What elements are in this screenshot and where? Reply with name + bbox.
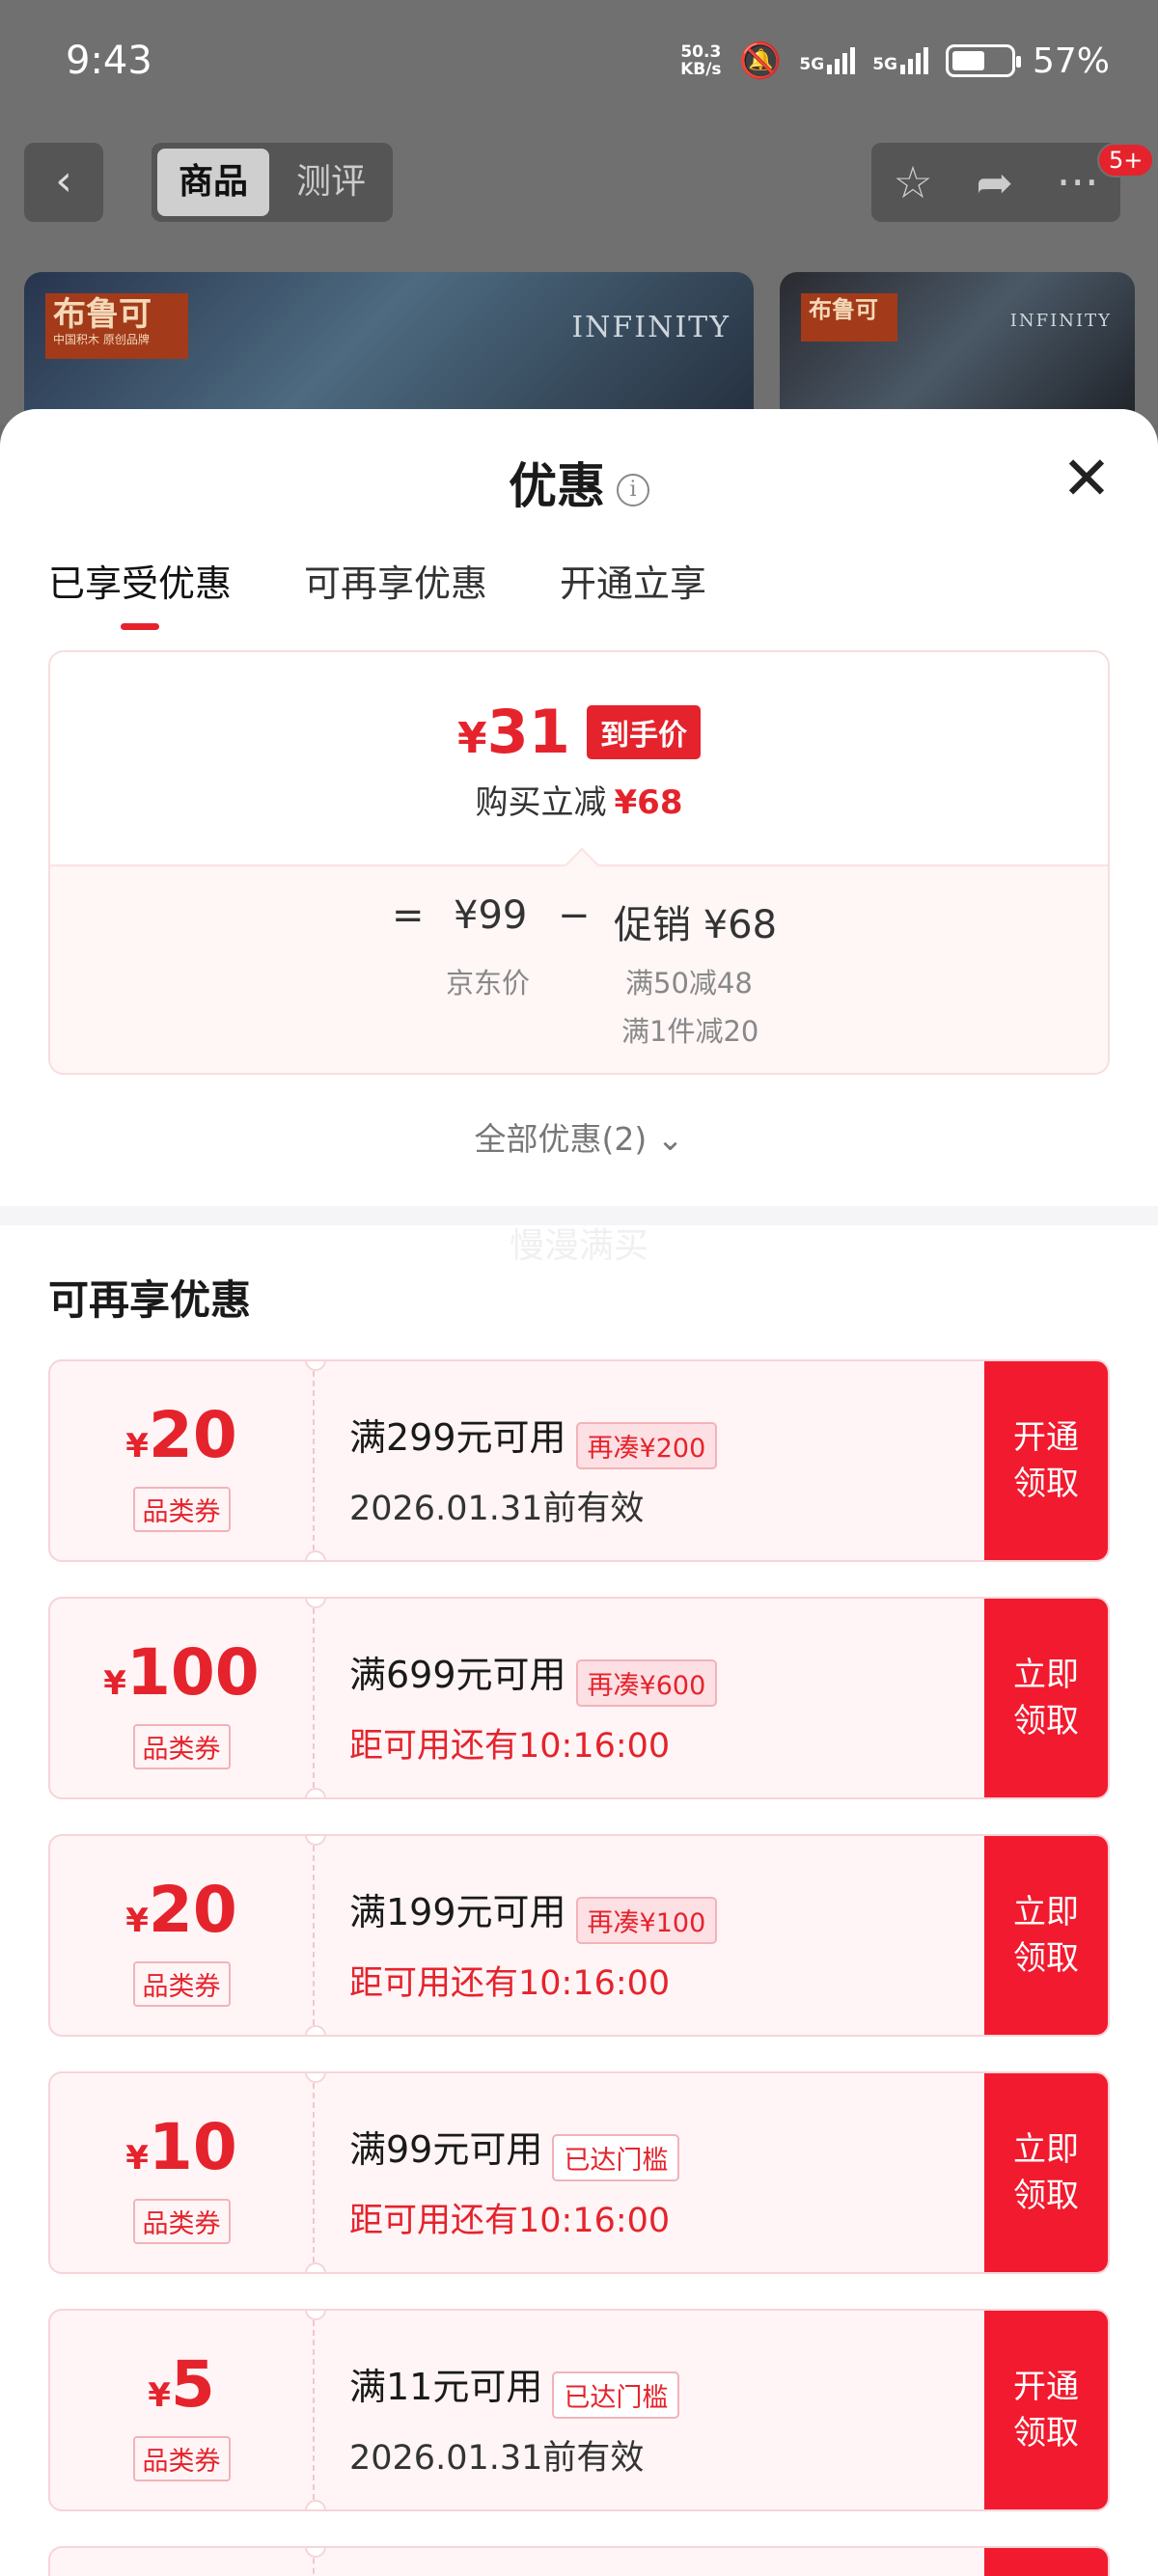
threshold-reached-tag: 已达门槛 [552, 2134, 680, 2181]
coupon-condition: 满299元可用 [349, 1416, 566, 1459]
coupon-kind-badge: 品类券 [132, 1961, 231, 2007]
coupon-kind-badge: 品类券 [132, 2436, 231, 2481]
coupon-kind-badge: 品类券 [132, 1487, 231, 1532]
base-price: ¥99 [454, 893, 528, 938]
tab-activate[interactable]: 开通立享 [560, 554, 706, 630]
brand-logo: 布鲁可 中国积木 原创品牌 [45, 293, 188, 359]
coupon-item: ¥100 品类券 满699元可用 再凑¥600 距可用还有10:16:00 立即领… [48, 1597, 1110, 1799]
coupon-condition: 满699元可用 [349, 1654, 566, 1696]
coupon-countdown: 距可用还有10:16:00 [349, 1964, 671, 2003]
signal-icon: 5G [799, 47, 856, 74]
coupon-amount: ¥10 [125, 2110, 237, 2184]
discount-sheet: 优惠 i ✕ 已享受优惠 可再享优惠 开通立享 ¥31 到手价 购买立减 ¥68 =… [0, 409, 1158, 2576]
coupon-item: ¥5 品类券 满11元可用 已达门槛 2026.01.31前有效 开通 领取 [48, 2309, 1110, 2511]
coupon-amount: ¥20 [125, 1873, 237, 1947]
signal-icon-2: 5G [872, 47, 928, 74]
promo-detail-2: 满1件减20 [621, 1015, 759, 1048]
info-icon[interactable]: i [617, 473, 649, 507]
activate-claim-button[interactable]: 开通 领取 [984, 2311, 1108, 2509]
threshold-reached-tag: 已达门槛 [552, 2371, 680, 2419]
star-icon[interactable]: ☆ [893, 156, 932, 208]
chevron-left-icon: ‹ [55, 156, 72, 206]
claim-now-button[interactable]: 立即 领取 [984, 1836, 1108, 2035]
battery-percent: 57% [1032, 41, 1110, 81]
section-title: 可再享优惠 [48, 1276, 252, 1324]
coupon-condition: 满11元可用 [349, 2366, 543, 2408]
all-discounts-toggle[interactable]: 全部优惠(2) ⌄ [0, 1113, 1158, 1160]
coupon-item: ¥20 品类券 满199元可用 再凑¥100 距可用还有10:16:00 立即 领取 [48, 1834, 1110, 2037]
coupon-kind-badge: 品类券 [132, 2199, 231, 2244]
close-icon: ✕ [1062, 443, 1112, 513]
equals-sign: = [392, 893, 425, 938]
status-icons: 50.3 KB/s 🔕 5G 5G 57% [680, 41, 1110, 82]
battery-icon [945, 44, 1021, 77]
mute-icon: 🔕 [738, 41, 783, 81]
product-banner-2[interactable]: 布鲁可 INFINITY [780, 272, 1135, 426]
more-icon[interactable]: ··· [1057, 156, 1099, 208]
coupon-condition: 满199元可用 [349, 1891, 566, 1933]
promo-detail-1: 满50减48 [625, 967, 753, 1000]
coupon-amount: ¥20 [125, 1398, 237, 1472]
minus-sign: − [558, 893, 591, 938]
discount-tabs: 已享受优惠 可再享优惠 开通立享 [48, 554, 706, 630]
coupon-item-partial [48, 2546, 1110, 2576]
chevron-down-icon: ⌄ [656, 1120, 684, 1158]
final-price-tag: 到手价 [587, 704, 701, 759]
product-top-bar: ‹ 商品 测评 ☆ ➦ ··· [0, 143, 1158, 224]
product-banner-1[interactable]: 布鲁可 中国积木 原创品牌 INFINITY [24, 272, 754, 426]
saga-logo: INFINITY [1009, 311, 1112, 331]
activate-claim-button[interactable]: 开通 领取 [984, 1361, 1108, 1560]
tab-product[interactable]: 商品 [157, 149, 269, 216]
back-button[interactable]: ‹ [24, 143, 103, 222]
coupon-item: ¥20 品类券 满299元可用 再凑¥200 2026.01.31前有效 开通 领取 [48, 1359, 1110, 1562]
claim-now-button[interactable]: 立即 领取 [984, 2073, 1108, 2272]
message-badge: 5+ [1097, 143, 1155, 178]
coupon-countdown: 距可用还有10:16:00 [349, 2202, 671, 2240]
tab-review[interactable]: 测评 [275, 149, 387, 216]
action-group: ☆ ➦ ··· [871, 143, 1120, 222]
final-price: ¥31 到手价 [50, 697, 1108, 767]
coupon-validity: 2026.01.31前有效 [349, 2439, 645, 2478]
coupon-countdown: 距可用还有10:16:00 [349, 1727, 671, 1766]
product-segment-tabs: 商品 测评 [152, 143, 393, 222]
price-breakdown-card: ¥31 到手价 购买立减 ¥68 = ¥99 − 促销 ¥68 京东价 满50减4… [48, 650, 1110, 1075]
tab-more-available[interactable]: 可再享优惠 [304, 554, 487, 630]
coupon-kind-badge: 品类券 [132, 1724, 231, 1769]
coupon-gap-tag: 再凑¥100 [575, 1897, 718, 1944]
instant-reduction: 购买立减 ¥68 [475, 783, 683, 822]
sheet-title: 优惠 i [0, 448, 1158, 517]
base-price-label: 京东价 [446, 967, 531, 1000]
price-formula: = ¥99 − 促销 ¥68 京东价 满50减48 满1件减20 [50, 864, 1108, 1073]
coupon-condition: 满99元可用 [349, 2128, 543, 2171]
claim-button-partial[interactable] [984, 2548, 1108, 2576]
claim-now-button[interactable]: 立即 领取 [984, 1599, 1108, 1797]
saga-logo: INFINITY [571, 311, 731, 344]
watermark: 慢漫满买 [509, 1226, 648, 1266]
status-bar: 9:43 50.3 KB/s 🔕 5G 5G 57% [0, 0, 1158, 125]
coupon-validity: 2026.01.31前有效 [349, 1490, 645, 1528]
close-button[interactable]: ✕ [1062, 449, 1112, 508]
coupon-gap-tag: 再凑¥200 [575, 1422, 718, 1469]
coupon-gap-tag: 再凑¥600 [575, 1659, 718, 1707]
coupon-amount: ¥100 [103, 1635, 260, 1710]
tab-enjoyed[interactable]: 已享受优惠 [48, 554, 232, 630]
net-speed: 50.3 KB/s [680, 42, 722, 79]
promo-amount: 促销 ¥68 [614, 903, 778, 947]
coupon-amount: ¥5 [148, 2347, 215, 2422]
coupon-item: ¥10 品类券 满99元可用 已达门槛 距可用还有10:16:00 立即 领取 [48, 2071, 1110, 2274]
brand-logo: 布鲁可 [801, 293, 897, 342]
share-icon[interactable]: ➦ [976, 156, 1013, 208]
status-time: 9:43 [66, 39, 152, 83]
